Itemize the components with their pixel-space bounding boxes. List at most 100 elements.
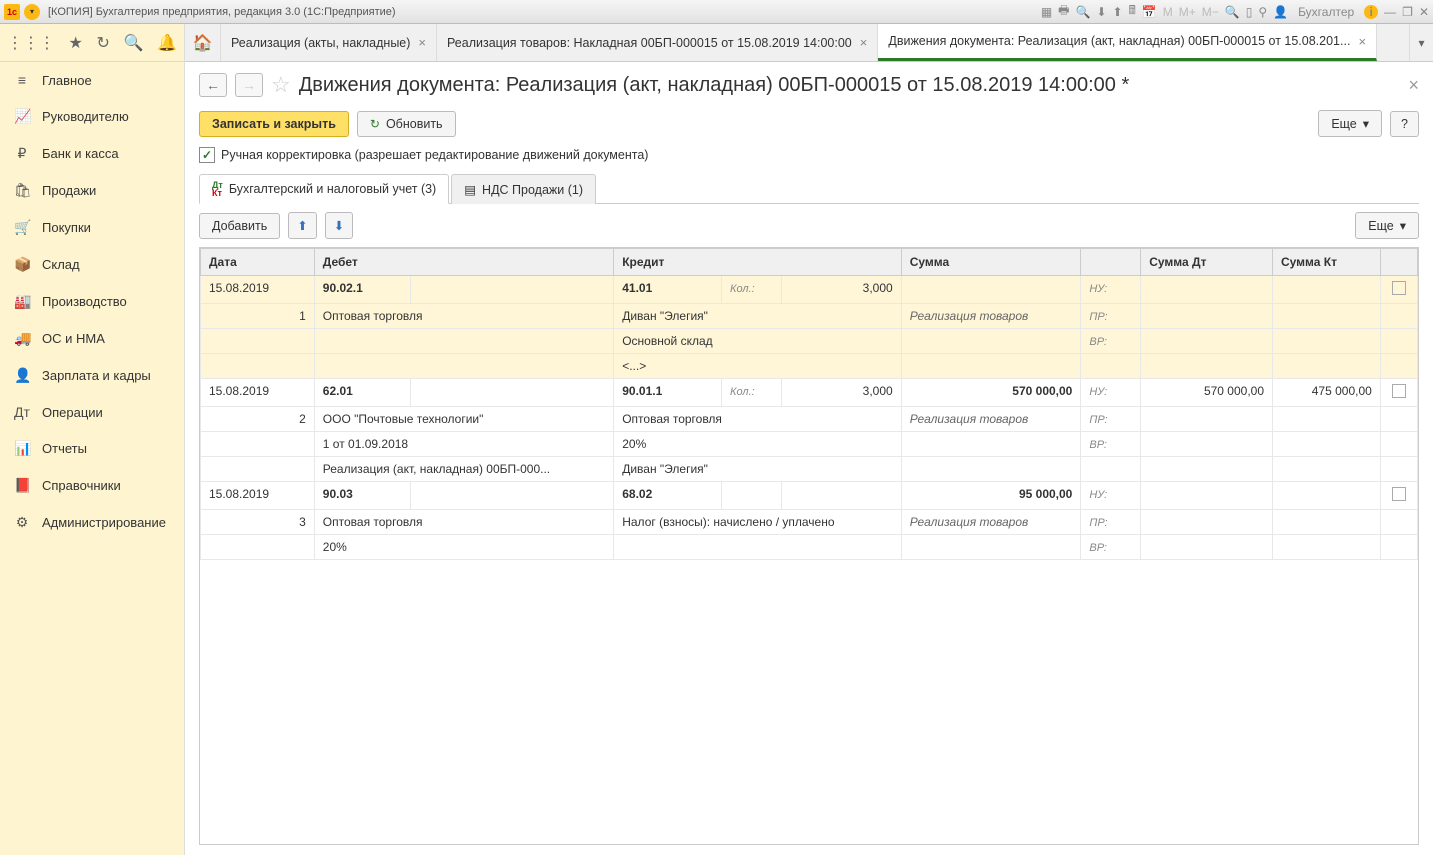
table-row[interactable]: 20% ВР: <box>201 535 1418 560</box>
cell-debit-l1[interactable]: Оптовая торговля <box>314 304 613 329</box>
cell-kol-label[interactable]: Кол.: <box>722 276 782 304</box>
print-icon[interactable]: 🖶 <box>1058 1 1069 22</box>
cell-n[interactable]: 2 <box>201 407 315 432</box>
close-doc-button[interactable]: × <box>1408 75 1419 96</box>
bell-icon[interactable]: 🔔 <box>157 33 177 53</box>
cell[interactable] <box>901 329 1081 354</box>
cell-check[interactable] <box>1380 379 1417 407</box>
tab[interactable]: Движения документа: Реализация (акт, нак… <box>878 24 1377 61</box>
history-icon[interactable]: ↻ <box>97 33 110 53</box>
cell-sum-note[interactable]: Реализация товаров <box>901 407 1081 432</box>
panel-icon[interactable]: ▯ <box>1246 5 1253 19</box>
more-button[interactable]: Еще ▾ <box>1318 110 1382 137</box>
manual-edit-checkbox[interactable]: ✓ <box>199 147 215 163</box>
cell-check[interactable] <box>1380 482 1417 510</box>
cell[interactable] <box>201 535 315 560</box>
sidebar-item[interactable]: ⚙Администрирование <box>0 504 184 541</box>
tab-close-icon[interactable]: × <box>1358 34 1366 49</box>
cell-tax[interactable]: НУ: <box>1081 482 1141 510</box>
cell-credit-l3[interactable]: <...> <box>614 354 901 379</box>
cell-debit-l1[interactable]: Оптовая торговля <box>314 510 613 535</box>
cell-sum-kt[interactable]: 475 000,00 <box>1273 379 1381 407</box>
cell-sum-kt[interactable] <box>1273 276 1381 304</box>
tb-mplus-icon[interactable]: M+ <box>1179 5 1196 19</box>
subtab-accounting[interactable]: ДтКт Бухгалтерский и налоговый учет (3) <box>199 174 449 204</box>
table-row[interactable]: 15.08.2019 62.01 90.01.1 Кол.: 3,000 570… <box>201 379 1418 407</box>
sidebar-item[interactable]: 📈Руководителю <box>0 98 184 135</box>
cell-credit-l2[interactable]: Основной склад <box>614 329 901 354</box>
accounting-grid[interactable]: Дата Дебет Кредит Сумма Сумма Дт Сумма К… <box>199 247 1419 845</box>
cell[interactable] <box>1081 354 1141 379</box>
col-debit[interactable]: Дебет <box>314 249 613 276</box>
col-sum[interactable]: Сумма <box>901 249 1081 276</box>
cell-date[interactable]: 15.08.2019 <box>201 379 315 407</box>
table-row[interactable]: 3 Оптовая торговля Налог (взносы): начис… <box>201 510 1418 535</box>
favorite-button[interactable]: ☆ <box>271 72 291 98</box>
cell-date[interactable]: 15.08.2019 <box>201 482 315 510</box>
cell-credit-l1[interactable]: Диван "Элегия" <box>614 304 901 329</box>
cell-debit-l3[interactable] <box>314 354 613 379</box>
sidebar-item[interactable]: 🏭Производство <box>0 283 184 320</box>
table-row[interactable]: Основной склад ВР: <box>201 329 1418 354</box>
table-row[interactable]: 1 от 01.09.2018 20% ВР: <box>201 432 1418 457</box>
move-up-button[interactable]: ⬆ <box>288 212 316 239</box>
cell-credit-l1[interactable]: Налог (взносы): начислено / уплачено <box>614 510 901 535</box>
cell[interactable] <box>410 276 614 304</box>
cell-debit-l1[interactable]: ООО "Почтовые технологии" <box>314 407 613 432</box>
cell-sum-dt[interactable]: 570 000,00 <box>1141 379 1273 407</box>
save-close-button[interactable]: Записать и закрыть <box>199 111 349 137</box>
sidebar-item[interactable]: 📕Справочники <box>0 467 184 504</box>
app-menu-dropdown[interactable]: ▾ <box>24 4 40 20</box>
tab-close-icon[interactable]: × <box>418 35 426 50</box>
cell[interactable] <box>1141 304 1273 329</box>
table-more-button[interactable]: Еще ▾ <box>1355 212 1419 239</box>
zoom-icon[interactable]: 🔍 <box>1225 5 1240 19</box>
cell-sum-kt[interactable] <box>1273 482 1381 510</box>
cell-tax[interactable]: НУ: <box>1081 276 1141 304</box>
cell[interactable] <box>1380 535 1417 560</box>
maximize-icon[interactable]: ❐ <box>1402 5 1413 19</box>
user-label[interactable]: Бухгалтер <box>1298 5 1354 19</box>
cell[interactable] <box>1273 304 1381 329</box>
cell-sum-dt[interactable] <box>1141 276 1273 304</box>
tab[interactable]: Реализация товаров: Накладная 00БП-00001… <box>437 24 878 61</box>
back-button[interactable]: ← <box>199 73 227 97</box>
cell-debit-l2[interactable] <box>314 329 613 354</box>
cell[interactable] <box>410 379 614 407</box>
tab-close-icon[interactable]: × <box>860 35 868 50</box>
apps-icon[interactable]: ⋮⋮⋮ <box>7 33 55 53</box>
cell[interactable] <box>1273 457 1381 482</box>
cell[interactable] <box>1141 354 1273 379</box>
col-date[interactable]: Дата <box>201 249 315 276</box>
sidebar-item[interactable]: 👤Зарплата и кадры <box>0 357 184 394</box>
cell[interactable] <box>1380 432 1417 457</box>
col-check[interactable] <box>1380 249 1417 276</box>
cell-credit-acc[interactable]: 90.01.1 <box>614 379 722 407</box>
cell[interactable] <box>410 482 614 510</box>
tab[interactable]: Реализация (акты, накладные)× <box>221 24 437 61</box>
cell[interactable] <box>901 432 1081 457</box>
cell-credit-acc[interactable]: 68.02 <box>614 482 722 510</box>
cell[interactable] <box>1141 407 1273 432</box>
cell-kol-label[interactable] <box>722 482 782 510</box>
cell[interactable] <box>1141 329 1273 354</box>
star-icon[interactable]: ★ <box>69 33 83 53</box>
table-row[interactable]: <...> <box>201 354 1418 379</box>
cell-credit-l2[interactable]: 20% <box>614 432 901 457</box>
cell[interactable] <box>901 535 1081 560</box>
info-icon[interactable]: i <box>1364 5 1378 19</box>
col-credit[interactable]: Кредит <box>614 249 901 276</box>
cell-sum[interactable]: 570 000,00 <box>901 379 1081 407</box>
add-button[interactable]: Добавить <box>199 213 280 239</box>
tb-icon[interactable]: ⬇ <box>1096 5 1106 19</box>
tb-icon[interactable]: 🔍 <box>1075 5 1090 19</box>
cell[interactable] <box>1380 354 1417 379</box>
cell[interactable] <box>1081 457 1141 482</box>
cell-sum-dt[interactable] <box>1141 482 1273 510</box>
sidebar-item[interactable]: ≡Главное <box>0 62 184 98</box>
cell-kol-value[interactable]: 3,000 <box>781 379 901 407</box>
cell[interactable] <box>1380 457 1417 482</box>
table-row[interactable]: 2 ООО "Почтовые технологии" Оптовая торг… <box>201 407 1418 432</box>
cell[interactable] <box>1273 510 1381 535</box>
sidebar-item[interactable]: ₽Банк и касса <box>0 135 184 172</box>
